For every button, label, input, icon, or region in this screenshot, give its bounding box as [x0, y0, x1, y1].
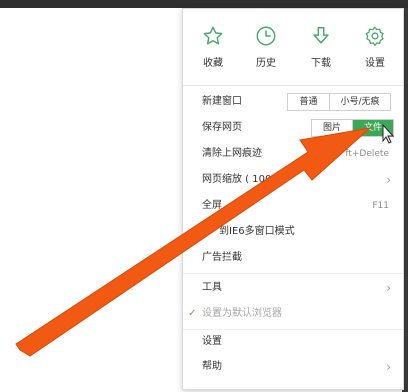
star-icon	[203, 26, 223, 45]
save-page-label: 保存网页	[202, 122, 242, 133]
settings-quick-label: 设置	[365, 58, 385, 69]
ad-block-item[interactable]: 广告拦截	[183, 245, 403, 271]
new-window-item: 新建窗口 普通 小号/无痕	[183, 89, 403, 115]
set-default-browser-label: 设置为默认浏览器	[202, 308, 282, 319]
fullscreen-label: 全屏	[202, 200, 222, 211]
quick-actions-bar: 收藏 历史 下载 设置	[183, 9, 403, 86]
tools-item[interactable]: 工具 ›	[183, 275, 403, 301]
new-window-label: 新建窗口	[202, 96, 242, 107]
settings-label: 设置	[202, 336, 222, 347]
fullscreen-item[interactable]: 全屏 F11	[183, 193, 403, 219]
browser-main-menu: 收藏 历史 下载 设置 新建窗口 普通 小号/无痕 保存网页 图片 文件 清除上…	[182, 8, 404, 390]
ie6-mode-item[interactable]: 到IE6多窗口模式	[183, 219, 403, 245]
save-as-image-button[interactable]: 图片	[312, 120, 352, 136]
zoom-label: 网页缩放 ( 100	[202, 174, 272, 185]
settings-quick-button[interactable]: 设置	[355, 25, 395, 69]
bookmarks-label: 收藏	[203, 58, 223, 69]
tools-label: 工具	[202, 282, 222, 293]
new-private-window-button[interactable]: 小号/无痕	[329, 94, 390, 110]
clear-traces-shortcut: ft+Delete	[345, 149, 389, 159]
new-window-buttons: 普通 小号/无痕	[287, 93, 391, 111]
history-label: 历史	[256, 58, 276, 69]
downloads-label: 下载	[311, 58, 331, 69]
check-icon: ✓	[188, 308, 197, 319]
fullscreen-shortcut: F11	[372, 201, 389, 211]
bookmarks-button[interactable]: 收藏	[193, 25, 233, 69]
chevron-right-icon: ›	[386, 173, 391, 187]
clock-icon	[256, 26, 276, 46]
save-as-file-button[interactable]: 文件	[352, 120, 393, 136]
menu-divider	[183, 273, 403, 274]
history-button[interactable]: 历史	[246, 25, 286, 69]
clear-traces-label: 清除上网痕迹	[202, 148, 262, 159]
downloads-button[interactable]: 下载	[301, 25, 341, 69]
chevron-right-icon: ›	[386, 360, 391, 374]
ad-block-label: 广告拦截	[202, 252, 242, 263]
settings-item[interactable]: 设置	[183, 329, 403, 355]
help-label: 帮助	[202, 361, 222, 372]
chevron-right-icon: ›	[386, 281, 391, 295]
window-top-bar	[0, 0, 408, 8]
new-normal-window-button[interactable]: 普通	[288, 94, 329, 110]
clear-traces-item[interactable]: 清除上网痕迹 ft+Delete	[183, 141, 403, 167]
save-page-buttons: 图片 文件	[311, 119, 394, 137]
save-page-item: 保存网页 图片 文件	[183, 115, 403, 141]
ie6-mode-label: 到IE6多窗口模式	[219, 226, 295, 237]
zoom-item[interactable]: 网页缩放 ( 100 ›	[183, 167, 403, 193]
download-icon	[313, 27, 329, 44]
gear-icon	[365, 26, 384, 46]
set-default-browser-item[interactable]: ✓ 设置为默认浏览器	[183, 301, 403, 327]
help-item[interactable]: 帮助 ›	[183, 354, 403, 380]
